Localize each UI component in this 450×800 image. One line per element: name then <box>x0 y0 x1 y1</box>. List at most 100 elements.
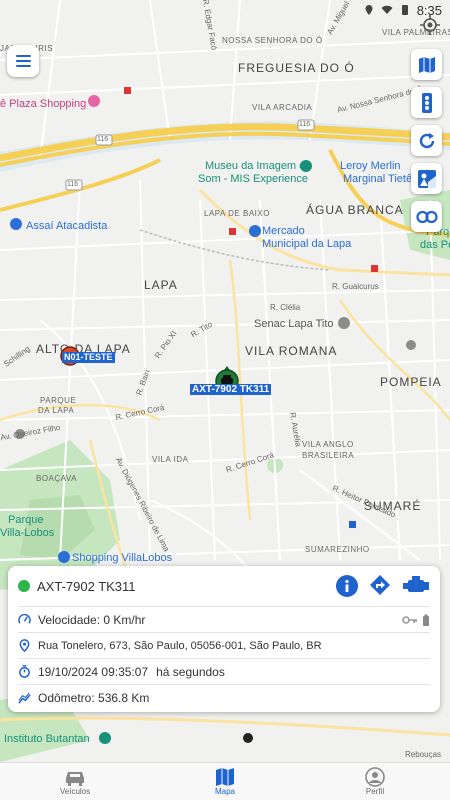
battery-icon <box>401 5 408 15</box>
market-pin <box>249 225 261 237</box>
vehicle-name: AXT-7902 TK311 <box>37 578 136 594</box>
map-label: ÁGUA BRANCA <box>306 203 404 217</box>
speedometer-icon <box>18 613 31 624</box>
map-label: das Perdiz <box>420 239 450 251</box>
map-label: Museu da Imagem e <box>205 160 306 172</box>
map-label: Rebouças <box>405 750 442 759</box>
datetime-text: 19/10/2024 09:35:07 <box>38 664 149 679</box>
share-link-button[interactable] <box>411 201 442 232</box>
map-label: Senac Lapa Tito <box>254 318 334 330</box>
card-actions <box>336 574 430 599</box>
vehicle-marker-label[interactable]: AXT-7902 TK311 <box>190 384 272 395</box>
traffic-light-icon <box>421 92 432 113</box>
n01-marker-label[interactable]: N01-TESTE <box>62 352 115 363</box>
engine-block-button[interactable] <box>402 574 430 599</box>
map-type-button[interactable] <box>411 49 442 80</box>
directions-button[interactable] <box>369 574 391 599</box>
menu-button[interactable] <box>7 45 39 77</box>
time-row: 19/10/2024 09:35:07 há segundos <box>18 659 430 685</box>
transit-pin <box>124 87 131 94</box>
speed-row: Velocidade: 0 Km/hr <box>18 607 430 633</box>
map-label: BRASILEIRA <box>302 451 355 460</box>
profile-icon <box>365 767 385 787</box>
map-label: VILA ANGLO <box>302 440 354 449</box>
menu-line <box>15 60 31 62</box>
map-icon <box>418 56 435 73</box>
map-label: R. Clélia <box>270 303 301 312</box>
map-label: Shopping VillaLobos <box>72 552 173 564</box>
traffic-button[interactable] <box>411 87 442 118</box>
address-text: Rua Tonelero, 673, São Paulo, 05056-001,… <box>38 639 322 652</box>
odometer-icon <box>18 692 31 704</box>
status-bar: 8:35 <box>0 0 450 20</box>
speed-text: Velocidade: 0 Km/hr <box>38 612 146 627</box>
menu-line <box>15 65 31 67</box>
status-dot <box>18 580 30 592</box>
directions-icon <box>370 574 390 595</box>
map-label: Villa-Lobos <box>0 527 55 539</box>
map-icon <box>216 768 234 786</box>
map-label: VILA IDA <box>152 455 189 464</box>
map-label: Instituto Butantan <box>4 733 90 745</box>
map-tools <box>411 49 442 232</box>
shopping-pin <box>88 95 100 107</box>
battery-status-icon <box>423 614 429 626</box>
nav-vehicles-label: Veículos <box>59 787 91 796</box>
bottom-navigation: Veículos Mapa Perfil <box>0 762 450 800</box>
poi-pin <box>406 340 416 350</box>
street-view-button[interactable] <box>411 163 442 194</box>
ignition-indicators <box>402 614 430 626</box>
map-label: Som - MIS Experience <box>198 173 309 185</box>
map-label: PARQUE <box>40 396 77 405</box>
refresh-button[interactable] <box>411 125 442 156</box>
map-label: Assaí Atacadista <box>26 220 108 232</box>
info-button[interactable] <box>336 575 358 597</box>
stopwatch-icon <box>19 665 30 678</box>
map-label: DA LAPA <box>38 406 75 415</box>
menu-line <box>15 55 31 57</box>
map-label: LAPA <box>144 278 178 292</box>
map-label: R. Guaicurus <box>332 282 379 291</box>
map-label: SUMAREZINHO <box>305 545 370 554</box>
time-ago-text: há segundos <box>156 664 225 679</box>
map-label: ê Plaza Shopping <box>0 98 87 110</box>
odometer-text: Odômetro: 536.8 Km <box>38 691 150 705</box>
school-pin <box>338 317 350 329</box>
nav-profile-label: Perfil <box>365 787 385 796</box>
key-icon <box>402 615 417 624</box>
transit-pin <box>243 733 253 743</box>
map-label: VILA ROMANA <box>245 344 338 358</box>
highway-shield-label: 116 <box>97 136 109 143</box>
shopping-pin <box>58 551 70 563</box>
transit-pin <box>371 265 378 272</box>
nav-profile[interactable]: Perfil <box>300 763 450 800</box>
nav-vehicles[interactable]: Veículos <box>0 763 150 800</box>
map-label: NOSSA SENHORA DO Ó <box>222 36 323 45</box>
car-icon <box>66 772 84 786</box>
map-label: Mercado <box>262 225 305 237</box>
info-icon <box>345 579 349 592</box>
card-header: AXT-7902 TK311 <box>18 566 430 607</box>
vehicle-info-card[interactable]: AXT-7902 TK311 Velocidade: 0 Km/hr Rua T… <box>8 566 440 712</box>
map-label: Leroy Merlin <box>340 160 401 172</box>
map-label: FREGUESIA DO Ó <box>238 61 355 75</box>
highway-shield-label: 116 <box>67 181 79 188</box>
refresh-icon <box>419 132 434 148</box>
museum-pin <box>99 732 111 744</box>
transit-pin <box>349 521 356 528</box>
nav-map[interactable]: Mapa <box>150 763 300 800</box>
highway-shield-label: 116 <box>299 121 311 128</box>
map-label: Marginal Tietê <box>343 173 413 185</box>
map-label: Municipal da Lapa <box>262 238 352 250</box>
engine-icon <box>403 575 429 592</box>
map-label: Parque <box>8 514 44 526</box>
map-label: POMPEIA <box>380 375 442 389</box>
wifi-icon <box>381 5 393 14</box>
link-icon <box>415 210 438 223</box>
location-icon <box>365 5 373 15</box>
store-pin <box>10 218 22 230</box>
map-label: BOAÇAVA <box>36 474 77 483</box>
location-pin-icon <box>19 639 30 652</box>
map-label: VILA ARCADIA <box>252 103 313 112</box>
transit-pin <box>229 228 236 235</box>
